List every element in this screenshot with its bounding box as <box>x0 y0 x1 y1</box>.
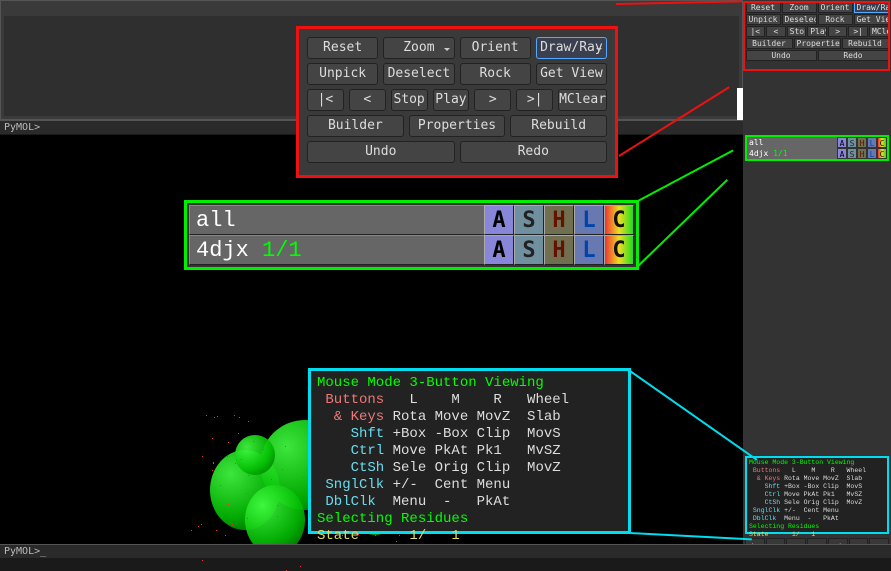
draw-ray-button[interactable]: Draw/Ray <box>854 2 889 13</box>
--button[interactable]: < <box>349 89 386 111</box>
ashlc-s-button[interactable]: S <box>847 148 857 159</box>
zoom-button[interactable]: Zoom <box>782 2 817 13</box>
redo-button[interactable]: Redo <box>818 50 889 61</box>
rebuild-button[interactable]: Rebuild <box>842 38 889 49</box>
--button[interactable]: > <box>474 89 511 111</box>
--button[interactable]: |< <box>746 26 766 37</box>
object-row-all[interactable]: allASHLC <box>747 137 887 148</box>
play-button[interactable]: Play <box>807 26 827 37</box>
orient-button[interactable]: Orient <box>460 37 531 59</box>
properties-button[interactable]: Properties <box>409 115 506 137</box>
rock-button[interactable]: Rock <box>818 14 853 25</box>
rebuild-button[interactable]: Rebuild <box>510 115 607 137</box>
ashlc-h-button[interactable]: H <box>857 148 867 159</box>
--button[interactable]: >| <box>516 89 553 111</box>
mclear-button[interactable]: MClear <box>558 89 607 111</box>
undo-button[interactable]: Undo <box>307 141 455 163</box>
redo-button[interactable]: Redo <box>460 141 608 163</box>
ashlc-c-button[interactable]: C <box>877 137 887 148</box>
deselect-button[interactable]: Deselect <box>782 14 817 25</box>
--button[interactable]: > <box>828 26 848 37</box>
ashlc-h-button[interactable]: H <box>544 205 574 235</box>
undo-button[interactable]: Undo <box>746 50 817 61</box>
ashlc-s-button[interactable]: S <box>847 137 857 148</box>
reset-button[interactable]: Reset <box>307 37 378 59</box>
command-toolbar-small: ResetZoomOrientDraw/Ray UnpickDeselectRoc… <box>745 2 889 62</box>
--button[interactable]: < <box>766 26 786 37</box>
ashlc-a-button[interactable]: A <box>484 235 514 265</box>
ashlc-c-button[interactable]: C <box>604 235 634 265</box>
rock-button[interactable]: Rock <box>460 63 531 85</box>
builder-button[interactable]: Builder <box>746 38 793 49</box>
stop-button[interactable]: Stop <box>787 26 807 37</box>
mclear-button[interactable]: MClear <box>869 26 889 37</box>
ashlc-l-button[interactable]: L <box>867 148 877 159</box>
properties-button[interactable]: Properties <box>794 38 841 49</box>
unpick-button[interactable]: Unpick <box>307 63 378 85</box>
draw-ray-button[interactable]: Draw/Ray <box>536 37 607 59</box>
orient-button[interactable]: Orient <box>818 2 853 13</box>
object-row-4djx[interactable]: 4djx 1/1ASHLC <box>189 235 634 265</box>
ashlc-h-button[interactable]: H <box>544 235 574 265</box>
unpick-button[interactable]: Unpick <box>746 14 781 25</box>
object-row-4djx[interactable]: 4djx 1/1ASHLC <box>747 148 887 159</box>
play-button[interactable]: Play <box>433 89 470 111</box>
--button[interactable]: |< <box>307 89 344 111</box>
ashlc-l-button[interactable]: L <box>574 205 604 235</box>
object-panel-small: allASHLC4djx 1/1ASHLC <box>745 135 889 161</box>
pymol-prompt-bottom[interactable]: PyMOL>_ <box>0 544 891 558</box>
deselect-button[interactable]: Deselect <box>383 63 454 85</box>
mouse-info-small: Mouse Mode 3-Button Viewing Buttons L M … <box>745 456 889 534</box>
zoom-button[interactable]: Zoom <box>383 37 454 59</box>
stop-button[interactable]: Stop <box>391 89 428 111</box>
object-panel-zoom: allASHLC4djx 1/1ASHLC <box>184 200 639 270</box>
mouse-info-zoom: Mouse Mode 3-Button Viewing Buttons L M … <box>308 368 631 534</box>
reset-button[interactable]: Reset <box>746 2 781 13</box>
ashlc-a-button[interactable]: A <box>484 205 514 235</box>
ashlc-c-button[interactable]: C <box>877 148 887 159</box>
ashlc-l-button[interactable]: L <box>574 235 604 265</box>
--button[interactable]: >| <box>848 26 868 37</box>
get-view-button[interactable]: Get View <box>854 14 889 25</box>
get-view-button[interactable]: Get View <box>536 63 607 85</box>
ashlc-s-button[interactable]: S <box>514 235 544 265</box>
command-toolbar-zoom: ResetZoom OrientDraw/Ray UnpickDeselect Roc… <box>296 26 618 178</box>
builder-button[interactable]: Builder <box>307 115 404 137</box>
ashlc-l-button[interactable]: L <box>867 137 877 148</box>
object-row-all[interactable]: allASHLC <box>189 205 634 235</box>
ashlc-h-button[interactable]: H <box>857 137 867 148</box>
ashlc-s-button[interactable]: S <box>514 205 544 235</box>
ashlc-a-button[interactable]: A <box>837 148 847 159</box>
ashlc-c-button[interactable]: C <box>604 205 634 235</box>
ashlc-a-button[interactable]: A <box>837 137 847 148</box>
